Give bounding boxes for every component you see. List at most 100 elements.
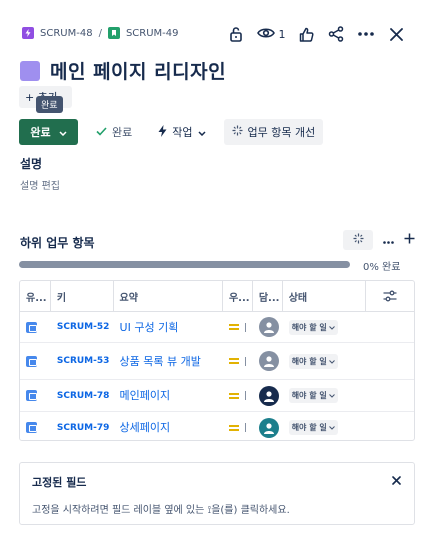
improve-issue-label: 업무 항목 개선 [247,126,316,139]
lightning-icon [158,124,167,140]
table-row[interactable]: SCRUM-79 상세페이지 해야 할 일 [20,412,414,440]
priority-cell [223,312,253,342]
col-key[interactable]: 키 [51,281,114,311]
subtask-key[interactable]: SCRUM-78 [57,391,110,401]
close-icon[interactable] [388,472,404,488]
summary-cell: UI 구성 기획 [114,312,223,342]
priority-cell [223,380,253,411]
sparkle-icon [353,233,364,247]
priority-medium-icon[interactable] [228,423,246,432]
subtask-icon [26,422,37,433]
breadcrumb-epic-key[interactable]: SCRUM-48 [40,28,93,39]
col-status[interactable]: 상태 [283,281,367,311]
story-icon [107,27,120,39]
subtask-summary[interactable]: 상세페이지 [120,420,171,435]
breadcrumb-story[interactable]: SCRUM-49 [107,27,179,39]
status-badge[interactable]: 해야 할 일 [288,388,338,403]
subtask-type-cell [20,412,51,440]
status-button[interactable]: 완료 [19,119,78,145]
subtask-icon [26,390,37,401]
status-label: 해야 할 일 [291,356,327,366]
priority-medium-icon[interactable] [228,322,246,332]
subtask-key[interactable]: SCRUM-52 [57,322,110,332]
subtask-type-cell [20,380,51,411]
priority-cell [223,343,253,379]
unlock-icon[interactable] [221,23,251,45]
issue-title: 메인 페이지 리디자인 [20,57,226,84]
subtasks-actions [343,230,415,250]
share-icon[interactable] [321,23,351,45]
priority-medium-icon[interactable] [228,356,246,366]
subtask-summary[interactable]: UI 구성 기획 [120,320,179,335]
col-priority[interactable]: 우... [223,281,253,311]
more-icon[interactable] [383,233,394,247]
pinned-fields-text: 고정을 시작하려면 필드 레이블 옆에 있는 ⟟을(를) 클릭하세요. [32,505,290,516]
subtask-icon [26,355,37,367]
subtask-summary[interactable]: 상품 목록 뷰 개발 [120,354,201,369]
table-row[interactable]: SCRUM-52 UI 구성 기획 해야 할 일 [20,312,414,343]
avatar[interactable] [258,351,279,371]
priority-cell [223,412,253,440]
breadcrumb: SCRUM-48 / SCRUM-49 [22,27,179,39]
status-cell: 해야 할 일 [283,312,367,342]
avatar[interactable] [258,417,279,438]
table-row[interactable]: SCRUM-78 메인페이지 해야 할 일 [20,380,414,412]
col-type[interactable]: 유... [20,281,51,311]
subtask-summary[interactable]: 메인페이지 [120,388,171,403]
subtask-key[interactable]: SCRUM-79 [57,423,110,433]
check-icon [96,126,107,139]
breadcrumb-epic[interactable]: SCRUM-48 [22,27,93,39]
key-cell: SCRUM-78 [51,380,114,411]
subtask-key[interactable]: SCRUM-53 [57,356,110,366]
subtasks-heading: 하위 업무 항목 [20,236,95,250]
key-cell: SCRUM-79 [51,412,114,440]
eye-icon [256,27,275,42]
key-cell: SCRUM-52 [51,312,114,342]
resolution-button[interactable]: 완료 [88,119,140,145]
chevron-down-icon [59,126,67,139]
breadcrumb-story-key[interactable]: SCRUM-49 [126,28,179,39]
subtask-type-cell [20,343,51,379]
status-badge[interactable]: 해야 할 일 [288,319,338,335]
settings-cell [366,412,414,440]
col-assignee[interactable]: 담... [253,281,283,311]
chevron-down-icon [328,357,335,366]
status-label: 해야 할 일 [291,322,327,332]
status-label: 해야 할 일 [291,391,327,400]
pinned-fields-heading: 고정된 필드 [32,476,87,489]
table-row[interactable]: SCRUM-53 상품 목록 뷰 개발 해야 할 일 [20,343,414,380]
ai-suggest-button[interactable] [343,230,373,250]
summary-cell: 상품 목록 뷰 개발 [114,343,223,379]
subtasks-progress-bar [19,261,350,268]
avatar[interactable] [258,385,279,406]
pinned-fields-panel: 고정된 필드 고정을 시작하려면 필드 레이블 옆에 있는 ⟟을(를) 클릭하세… [19,462,415,525]
settings-cell [366,343,414,379]
issue-title-text[interactable]: 메인 페이지 리디자인 [50,57,226,84]
improve-issue-button[interactable]: 업무 항목 개선 [223,119,324,145]
description-edit[interactable]: 설명 편집 [20,177,60,192]
more-icon[interactable] [351,23,381,45]
watch-button[interactable]: 1 [251,23,291,45]
column-settings-icon[interactable] [366,281,414,311]
avatar[interactable] [258,317,279,337]
header-actions: 1 [221,23,411,45]
work-button[interactable]: 작업 [150,119,213,145]
col-summary[interactable]: 요약 [114,281,223,311]
subtasks-progress-label: 0% 완료 [363,262,401,273]
chevron-down-icon [328,423,335,432]
tooltip: 완료 [36,96,63,113]
status-badge[interactable]: 해야 할 일 [288,353,338,369]
assignee-cell [253,412,283,440]
priority-medium-icon[interactable] [228,391,246,400]
thumbs-up-icon[interactable] [291,23,321,45]
status-badge[interactable]: 해야 할 일 [288,420,338,435]
summary-cell: 상세페이지 [114,412,223,440]
assignee-cell [253,312,283,342]
resolution-label: 완료 [112,126,133,139]
watch-count: 1 [278,27,286,41]
add-icon[interactable] [404,233,415,247]
status-button-label: 완료 [30,126,51,139]
close-icon[interactable] [381,23,411,45]
chevron-down-icon [328,323,335,332]
subtask-icon [26,321,37,333]
